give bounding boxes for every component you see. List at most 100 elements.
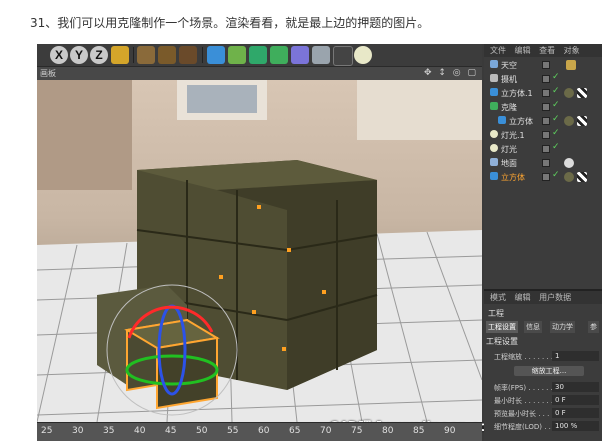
- tab-dynamics[interactable]: 动力学: [550, 321, 575, 333]
- menu-edit[interactable]: 编辑: [515, 46, 531, 55]
- visibility-dots[interactable]: [542, 75, 550, 83]
- z-axis-button[interactable]: Z: [90, 46, 108, 64]
- tab-more[interactable]: 参: [588, 321, 599, 333]
- attribute-tabs: 工程设置 信息 动力学 参: [484, 321, 602, 333]
- x-axis-button[interactable]: X: [50, 46, 68, 64]
- enabled-check-icon[interactable]: ✓: [552, 114, 560, 124]
- visibility-dots[interactable]: [542, 145, 550, 153]
- enabled-check-icon[interactable]: ✓: [552, 100, 560, 110]
- ruler-tick: 45: [165, 426, 177, 436]
- attribute-manager: 模式 编辑 用户数据 工程 工程设置 信息 动力学 参 工程设置 工程缩放 . …: [484, 289, 602, 441]
- field-label: 细节程度(LOD) . .: [494, 423, 551, 431]
- deformer-icon[interactable]: [291, 46, 309, 64]
- scene-object-icon[interactable]: [312, 46, 330, 64]
- menu-user-data[interactable]: 用户数据: [539, 293, 571, 302]
- 3d-viewport[interactable]: [37, 80, 482, 422]
- render-view-icon[interactable]: [137, 46, 155, 64]
- preview-min-time-input[interactable]: 0 F: [552, 408, 599, 418]
- object-name: 克隆: [501, 103, 517, 112]
- lod-input[interactable]: 100 %: [552, 421, 599, 431]
- viewport-header: 画板 ✥ ↕ ◎ ▢: [37, 67, 482, 80]
- main-toolbar: X Y Z: [37, 44, 482, 67]
- viewport-navigation-icons[interactable]: ✥ ↕ ◎ ▢: [424, 67, 478, 80]
- cube-object-icon: [490, 172, 498, 180]
- object-row-cube-child[interactable]: 立方体 ✓: [484, 114, 602, 128]
- object-row-floor[interactable]: 地面: [484, 156, 602, 170]
- render-settings-icon[interactable]: [179, 46, 197, 64]
- field-label: 工程缩放 . . . . . . .: [494, 353, 554, 361]
- object-row-sky[interactable]: 天空: [484, 58, 602, 72]
- tab-project-settings[interactable]: 工程设置: [486, 321, 518, 333]
- object-name: 立方体.1: [501, 89, 533, 98]
- menu-view[interactable]: 查看: [539, 46, 555, 55]
- menu-edit[interactable]: 编辑: [515, 293, 531, 302]
- project-scale-input[interactable]: 1: [552, 351, 599, 361]
- wall-light: [357, 80, 482, 140]
- light-object-icon: [490, 130, 498, 138]
- ruler-tick: 35: [103, 426, 115, 436]
- object-row-light[interactable]: 灯光 ✓: [484, 142, 602, 156]
- object-row-cube-selected[interactable]: 立方体 ✓: [484, 170, 602, 184]
- object-name: 立方体: [501, 173, 525, 182]
- mograph-cloner-icon[interactable]: [270, 46, 288, 64]
- coordinate-system-icon[interactable]: [111, 46, 129, 64]
- timeline-ruler[interactable]: 25 30 35 40 45 50 55 60 65 70 75 80 85 9…: [37, 422, 482, 441]
- object-row-cube-1[interactable]: 立方体.1 ✓: [484, 86, 602, 100]
- attribute-manager-menu: 模式 编辑 用户数据: [484, 291, 602, 304]
- enabled-check-icon[interactable]: ✓: [552, 142, 560, 152]
- tutorial-caption: 31、我们可以用克隆制作一个场景。渲染看看，就是最上边的押题的图片。: [30, 16, 430, 30]
- object-manager: 文件 编辑 查看 对象 天空 摄机 ✓ 立方体.1 ✓ 克隆 ✓ 立方体 ✓ 灯…: [484, 44, 602, 289]
- visibility-dots[interactable]: [542, 159, 550, 167]
- menu-objects[interactable]: 对象: [564, 46, 580, 55]
- visibility-dots[interactable]: [542, 61, 550, 69]
- object-row-light-1[interactable]: 灯光.1 ✓: [484, 128, 602, 142]
- menu-mode[interactable]: 模式: [490, 293, 506, 302]
- material-tag-icon[interactable]: [566, 60, 576, 70]
- ruler-tick: 60: [258, 426, 270, 436]
- ruler-tick: 55: [227, 426, 239, 436]
- object-name: 摄机: [501, 75, 517, 84]
- sky-icon: [490, 60, 498, 68]
- material-tag-icon[interactable]: [564, 88, 574, 98]
- visibility-dots[interactable]: [542, 173, 550, 181]
- material-tag-icon[interactable]: [564, 158, 574, 168]
- y-axis-button[interactable]: Y: [70, 46, 88, 64]
- light-bulb-icon[interactable]: [354, 46, 372, 64]
- nurbs-icon[interactable]: [249, 46, 267, 64]
- material-tag-icon[interactable]: [564, 172, 574, 182]
- wall-dark: [37, 80, 132, 190]
- visibility-dots[interactable]: [542, 117, 550, 125]
- menu-file[interactable]: 文件: [490, 46, 506, 55]
- visibility-dots[interactable]: [542, 89, 550, 97]
- light-object-icon: [490, 144, 498, 152]
- texture-tag-icon[interactable]: [577, 116, 587, 126]
- object-name: 天空: [501, 61, 517, 70]
- texture-tag-icon[interactable]: [577, 172, 587, 182]
- render-picture-viewer-icon[interactable]: [158, 46, 176, 64]
- cinema4d-window: X Y Z 画板 ✥ ↕ ◎ ▢ 25 30 35 40 45 50 55 60…: [37, 44, 602, 441]
- fps-input[interactable]: 30: [552, 382, 599, 392]
- field-label: 预览最小时长 . . .: [494, 410, 550, 418]
- field-label: 最小时长 . . . . . . .: [494, 397, 554, 405]
- object-name: 地面: [501, 159, 517, 168]
- enabled-check-icon[interactable]: ✓: [552, 170, 560, 180]
- min-time-input[interactable]: 0 F: [552, 395, 599, 405]
- camera-object-icon: [490, 74, 498, 82]
- cube-primitive-icon[interactable]: [207, 46, 225, 64]
- spline-icon[interactable]: [228, 46, 246, 64]
- enabled-check-icon[interactable]: ✓: [552, 72, 560, 82]
- ruler-tick: 65: [289, 426, 301, 436]
- enabled-check-icon[interactable]: ✓: [552, 86, 560, 96]
- texture-tag-icon[interactable]: [577, 88, 587, 98]
- object-row-cloner[interactable]: 克隆 ✓: [484, 100, 602, 114]
- material-tag-icon[interactable]: [564, 116, 574, 126]
- visibility-dots[interactable]: [542, 103, 550, 111]
- tab-info[interactable]: 信息: [524, 321, 542, 333]
- camera-icon[interactable]: [333, 46, 353, 66]
- visibility-dots[interactable]: [542, 131, 550, 139]
- cube-object-icon: [490, 88, 498, 96]
- scale-project-button[interactable]: 缩放工程...: [514, 366, 584, 376]
- object-row-camera[interactable]: 摄机 ✓: [484, 72, 602, 86]
- field-label: 帧率(FPS) . . . . . .: [494, 384, 553, 392]
- enabled-check-icon[interactable]: ✓: [552, 128, 560, 138]
